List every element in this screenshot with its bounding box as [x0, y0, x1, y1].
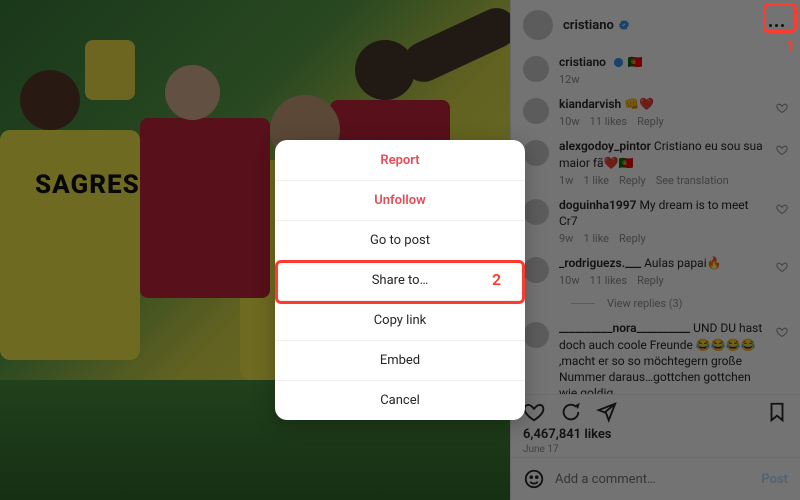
callout-number-2: 2 [492, 270, 501, 289]
menu-item-report[interactable]: Report [275, 140, 525, 180]
menu-item-unfollow[interactable]: Unfollow [275, 180, 525, 220]
app-root: SAGRES cristiano cristiano [0, 0, 800, 500]
menu-item-embed[interactable]: Embed [275, 340, 525, 380]
menu-item-share-to[interactable]: Share to… [275, 260, 525, 300]
menu-item-cancel[interactable]: Cancel [275, 380, 525, 420]
menu-item-go-to-post[interactable]: Go to post [275, 220, 525, 260]
menu-item-copy-link[interactable]: Copy link [275, 300, 525, 340]
options-menu: ReportUnfollowGo to postShare to…Copy li… [275, 140, 525, 420]
callout-number-1: 1 [786, 36, 795, 55]
